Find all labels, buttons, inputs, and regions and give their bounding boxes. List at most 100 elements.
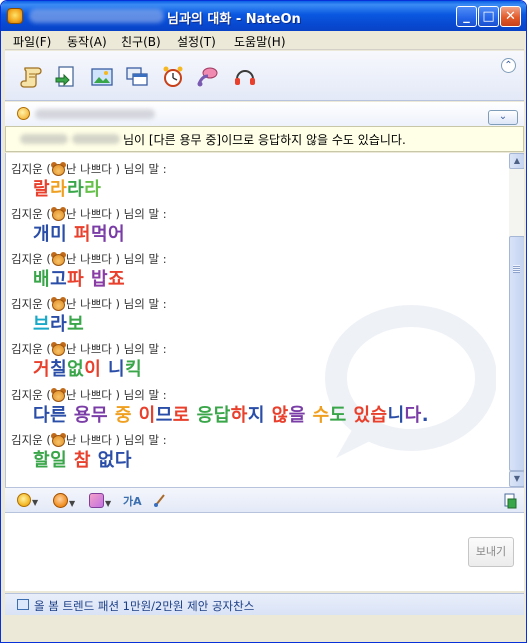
message-char: . <box>421 405 430 426</box>
sticker-button[interactable]: ▼ <box>89 493 111 509</box>
bear-emoticon-icon <box>50 207 66 221</box>
blurred-name-part <box>72 134 120 144</box>
message-char: 다 <box>33 405 51 426</box>
message-sender-line: 김지운 (난 나쁘다 ) 님의 말 : <box>11 251 501 267</box>
sender-nickname: 난 나쁘다 ) 님의 말 : <box>65 297 167 311</box>
chat-message: 김지운 (난 나쁘다 ) 님의 말 : 할일 참 없다 <box>11 432 501 476</box>
message-text: 거칠없이 니킥 <box>33 357 501 385</box>
sender-nickname: 난 나쁘다 ) 님의 말 : <box>65 342 167 356</box>
scroll-down-arrow-icon[interactable]: ▼ <box>509 471 524 487</box>
message-sender-line: 김지운 (난 나쁘다 ) 님의 말 : <box>11 206 501 222</box>
maximize-button[interactable]: □ <box>478 6 499 27</box>
scroll-up-arrow-icon[interactable]: ▲ <box>509 153 524 169</box>
message-char <box>265 405 272 426</box>
message-char: 습 <box>370 405 388 426</box>
message-char: 다 <box>114 450 132 471</box>
message-char: 답 <box>213 405 231 426</box>
away-status-notice: 님이 [다른 용무 중]이므로 응답하지 않을 수도 있습니다. <box>5 126 524 152</box>
message-char: 도 <box>329 405 347 426</box>
message-text: 다른 용무 중 이므로 응답하지 않을 수도 있습니다. <box>33 403 501 431</box>
message-char: 로 <box>172 405 190 426</box>
sender-nickname: 난 나쁘다 ) 님의 말 : <box>65 162 167 176</box>
message-char: 이 <box>138 405 156 426</box>
contact-bar: ⌄ <box>5 102 524 126</box>
close-button[interactable]: ✕ <box>500 6 521 27</box>
message-char: 칠 <box>50 359 68 380</box>
message-char <box>67 405 74 426</box>
headset-icon[interactable] <box>232 64 258 90</box>
send-file-icon[interactable] <box>53 64 79 90</box>
minimize-button[interactable]: _ <box>456 6 477 27</box>
menu-help[interactable]: 도움말(H) <box>234 33 286 50</box>
menu-action[interactable]: 동작(A) <box>67 33 107 50</box>
message-char: 브 <box>33 314 51 335</box>
background-brush-button[interactable] <box>153 493 167 509</box>
message-char: 무 <box>90 405 109 426</box>
message-sender-line: 김지운 (난 나쁘다 ) 님의 말 : <box>11 387 501 403</box>
animated-emoticon-button[interactable]: ▼ <box>53 493 75 509</box>
chat-history[interactable]: 김지운 (난 나쁘다 ) 님의 말 : 랄라라라 김지운 (난 나쁘다 ) 님의 말… <box>5 153 524 487</box>
menu-bar: 파일(F) 동작(A) 친구(B) 설정(T) 도움말(H) <box>5 31 524 50</box>
menu-friends[interactable]: 친구(B) <box>121 33 161 50</box>
main-toolbar: ⌃ <box>5 51 524 101</box>
ad-status-bar[interactable]: 올 봄 트렌드 패션 1만원/2만원 제안 공자찬스 <box>5 593 524 615</box>
message-char: 고 <box>50 269 68 290</box>
message-char <box>84 269 91 290</box>
message-text: 개미 퍼먹어 <box>33 222 501 250</box>
blurred-contact-info <box>35 109 155 119</box>
message-char: 랄 <box>33 179 51 200</box>
font-settings-button[interactable]: 가A <box>123 493 142 509</box>
window-share-icon[interactable] <box>124 64 150 90</box>
bear-emoticon-icon <box>50 342 66 356</box>
animated-face-icon <box>53 493 68 508</box>
chat-message: 김지운 (난 나쁘다 ) 님의 말 : 브라보 <box>11 296 501 340</box>
message-char <box>132 405 139 426</box>
scroll-icon[interactable] <box>19 64 45 90</box>
message-char: 용 <box>73 405 91 426</box>
bear-emoticon-icon <box>50 252 66 266</box>
message-char: 른 <box>50 405 68 426</box>
message-char: 킥 <box>125 359 143 380</box>
ad-text[interactable]: 올 봄 트렌드 패션 1만원/2만원 제안 공자찬스 <box>34 598 254 614</box>
alarm-clock-icon[interactable] <box>160 64 186 90</box>
message-char: 응 <box>196 405 214 426</box>
toolbar-expand-icon[interactable]: ⌃ <box>501 58 516 73</box>
news-icon <box>17 599 29 610</box>
message-sender-line: 김지운 (난 나쁘다 ) 님의 말 : <box>11 432 501 448</box>
message-char: 참 <box>73 450 91 471</box>
message-char <box>190 405 197 426</box>
message-char: 보 <box>67 314 85 335</box>
message-input[interactable]: 보내기 <box>5 513 524 591</box>
photo-icon[interactable] <box>89 64 115 90</box>
voice-call-icon[interactable] <box>195 64 221 90</box>
message-char: 배 <box>33 269 51 290</box>
message-char: 다 <box>404 405 422 426</box>
attachment-button[interactable] <box>503 493 517 509</box>
message-char: 먹 <box>90 224 109 245</box>
emoticon-button[interactable]: ▼ <box>17 493 38 509</box>
sender-name: 김지운 ( <box>11 252 51 266</box>
sender-name: 김지운 ( <box>11 297 51 311</box>
sender-name: 김지운 ( <box>11 388 51 402</box>
menu-settings[interactable]: 설정(T) <box>177 33 216 50</box>
message-char: 라 <box>84 179 102 200</box>
contact-dropdown-chevron-down-icon[interactable]: ⌄ <box>488 110 518 125</box>
nateon-app-icon <box>7 8 23 24</box>
message-text: 배고파 밥죠 <box>33 267 501 295</box>
window-title: 님과의 대화 - NateOn <box>167 12 301 27</box>
message-text: 랄라라라 <box>33 177 501 205</box>
title-bar[interactable]: 님과의 대화 - NateOn _ □ ✕ <box>1 1 526 31</box>
chat-message: 김지운 (난 나쁘다 ) 님의 말 : 랄라라라 <box>11 161 501 205</box>
sticker-icon <box>89 493 104 508</box>
message-char: 므 <box>155 405 173 426</box>
chat-message: 김지운 (난 나쁘다 ) 님의 말 : 배고파 밥죠 <box>11 251 501 295</box>
sender-nickname: 난 나쁘다 ) 님의 말 : <box>65 433 167 447</box>
message-char <box>108 405 115 426</box>
chat-scrollbar[interactable]: ▲ ▼ <box>509 153 524 487</box>
send-button[interactable]: 보내기 <box>468 537 514 567</box>
menu-file[interactable]: 파일(F) <box>13 33 51 50</box>
chat-message: 김지운 (난 나쁘다 ) 님의 말 : 거칠없이 니킥 <box>11 341 501 385</box>
message-char: 할 <box>33 450 51 471</box>
message-char: 라 <box>50 179 68 200</box>
scrollbar-grip <box>513 265 520 273</box>
